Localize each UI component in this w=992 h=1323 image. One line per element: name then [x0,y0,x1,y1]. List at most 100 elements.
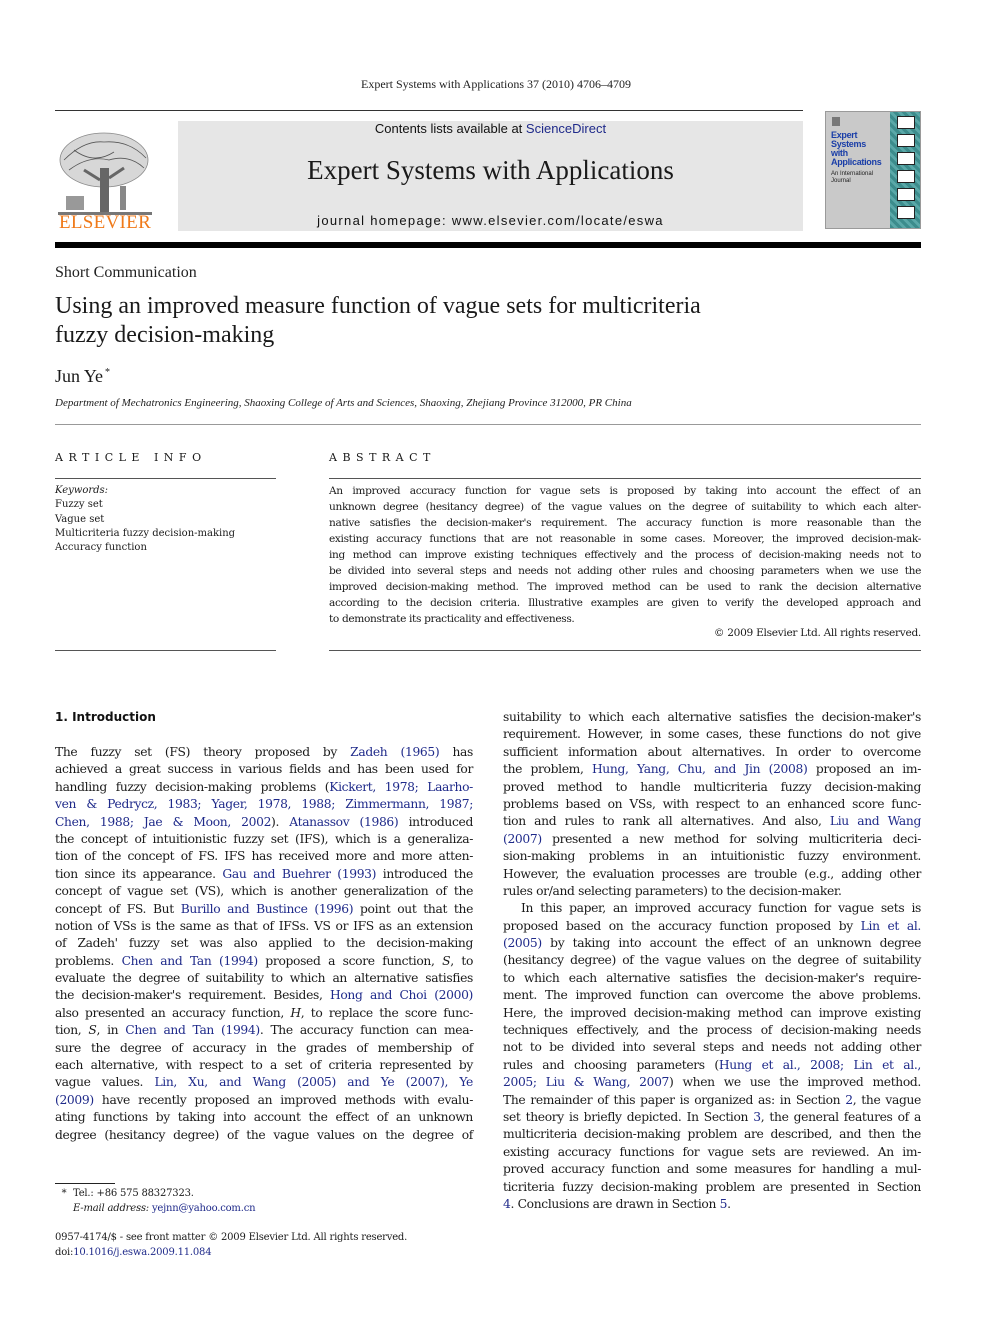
abstract-line: be divided into several steps and needs … [329,565,921,577]
citation-link[interactable]: Atanassov (1986) [289,815,398,829]
cover-figure-icon [897,206,915,219]
body-column-right: suitability to which each alternative sa… [503,709,921,1213]
body-text-line: Chen, 1988; Jae & Moon, 2002). Atanassov… [55,814,473,831]
author-footnote-mark[interactable]: * [105,367,110,378]
text-run: suitability to which each alternative sa… [503,710,921,724]
keywords-block: Keywords: Fuzzy set Vague set Multicrite… [55,484,276,555]
journal-homepage-link[interactable]: journal homepage: www.elsevier.com/locat… [178,213,803,228]
citation-link[interactable]: Hung, Yang, Chu, and Jin (2008) [592,762,808,776]
cover-globe-icon [897,134,915,147]
body-text-line: degree (hesitancy degree) of the vague v… [55,1127,473,1144]
text-run: . [727,1196,731,1211]
body-text-line: requirement. However, in some cases, the… [503,726,921,743]
text-run: tion of the concept of FS. IFS has recei… [55,849,473,864]
text-run: , the vague [852,1092,922,1107]
text-run: introduced the [376,866,474,881]
text-run: ment. The improved function can overcome… [503,988,921,1003]
citation-link[interactable]: Hung et al., 2008; Lin et al., [719,1058,921,1072]
cover-subtitle: An International Journal [831,171,873,185]
citation-link[interactable]: Chen and Tan (1994) [125,1023,260,1037]
citation-link[interactable]: 5 [720,1197,728,1211]
body-text-line: multicriteria decision-making problem ar… [503,1126,921,1143]
citation-link[interactable]: Chen, 1988; Jae & Moon, 2002 [55,815,271,829]
text-run: set theory is briefly depicted. In Secti… [503,1109,754,1124]
text-run: (hesitancy degree) of the vague values o… [503,953,921,968]
text-run: problems. [55,953,122,968]
elsevier-wordmark[interactable]: ELSEVIER [54,212,156,234]
citation-link[interactable]: ven & Pedrycz, 1983; Yager, 1978, 1988; … [55,797,473,811]
text-run: tion, [55,1023,89,1038]
citation-link[interactable]: Liu and Wang [830,814,921,828]
citation-link[interactable]: (2009) [55,1093,94,1107]
body-text-line: concept of FS. But Burillo and Bustince … [55,901,473,918]
citation-link[interactable]: (2007) [503,832,542,846]
text-run: proposed a score function, [257,953,443,968]
journal-cover-thumbnail[interactable]: Expert Systems with Applications An Inte… [825,111,921,229]
body-text-line: The remainder of this paper is organized… [503,1092,921,1109]
body-text-line: proved accuracy function and some measur… [503,1161,921,1178]
doi-line: doi:10.1016/j.eswa.2009.11.084 [55,1246,407,1261]
body-text-line: techniques effectively, and the process … [503,1022,921,1039]
cover-microscope-icon [897,188,915,201]
citation-link[interactable]: Kickert, 1978; Laarho- [329,780,473,794]
body-text-line: the concept of intuitionistic fuzzy set … [55,831,473,848]
text-run: , to replace the score func- [300,1005,474,1020]
article-type: Short Communication [55,264,197,281]
doi-prefix: doi: [55,1246,74,1258]
citation-link[interactable]: Zadeh (1965) [350,745,439,759]
body-text-line: problems based on VSs, with respect to a… [503,796,921,813]
text-run: proved method to handle multicriteria fu… [503,779,921,794]
citation-link[interactable]: Lin, Xu, and Wang (2005) and Ye (2007), … [154,1075,473,1089]
text-run: The remainder of this paper is organized… [503,1092,846,1107]
text-run: degree (hesitancy degree) of the vague v… [55,1127,473,1142]
text-run: ticriteria fuzzy decision-making problem… [503,1179,921,1194]
text-run: by taking into account the effect of an … [541,936,921,951]
cover-subtitle-line: Journal [831,178,851,184]
text-run: sure the degree of accuracy in the grade… [55,1040,473,1055]
body-text-line: 2005; Liu & Wang, 2007) when we use the … [503,1074,921,1091]
abstract-line: ing method can improve existing techniqu… [329,549,921,561]
abstract-rule-top [329,478,921,479]
body-text-line: evaluate the degree of suitability to wh… [55,970,473,987]
keyword-item: Fuzzy set [55,499,103,511]
body-text-line: ment. The improved function can overcome… [503,987,921,1004]
journal-title: Expert Systems with Applications [307,155,674,185]
body-text-line: achieved a great success in various fiel… [55,761,473,778]
doi-link[interactable]: 10.1016/j.eswa.2009.11.084 [73,1247,211,1258]
citation-link[interactable]: 3 [753,1110,761,1124]
cover-pattern-strip [890,112,920,228]
author: Jun Ye * [55,366,110,387]
text-run: rules and choosing parameters ( [503,1057,719,1072]
keyword-item: Multicriteria fuzzy decision-making [55,527,236,539]
abstract-line: to demonstrate its practicality and effe… [329,613,575,625]
math-symbol: H [290,1005,301,1020]
citation-link[interactable]: Gau and Buehrer (1993) [222,867,376,881]
article-info-rule-top [55,478,276,479]
email-link[interactable]: yejnn@yahoo.com.cn [152,1203,256,1214]
text-run: not to be divided into several steps and… [503,1040,921,1055]
citation-link[interactable]: (2005) [503,936,542,950]
body-text-line: handling fuzzy decision-making problems … [55,779,473,796]
body-text-line: to which each alternative satisfies the … [503,970,921,987]
body-text-line: sufficient information about alternative… [503,744,921,761]
cover-title-line: Applications [831,157,882,167]
footnote-rule [55,1183,115,1184]
citation-link[interactable]: Lin et al. [861,919,922,933]
footnote-email-line: E-mail address: yejnn@yahoo.com.cn [55,1202,256,1217]
text-run: , in [96,1023,126,1038]
citation-link[interactable]: Burillo and Bustince (1996) [181,902,354,916]
body-text-line: ven & Pedrycz, 1983; Yager, 1978, 1988; … [55,796,473,813]
text-run: each alternative, with respect to a set … [55,1058,473,1073]
text-run: proposed an im- [807,762,922,777]
citation-link[interactable]: 2 [845,1093,853,1107]
keyword-item: Accuracy function [55,542,147,554]
body-text-line: The fuzzy set (FS) theory proposed by Za… [55,744,473,761]
citation-link[interactable]: Chen and Tan (1994) [122,954,259,968]
text-run: rules or/and selecting parameters) to th… [503,883,842,898]
body-text-line: the decision-maker's requirement. Beside… [55,987,473,1004]
citation-link[interactable]: Hong and Choi (2000) [330,988,473,1002]
body-text-line: rules or/and selecting parameters) to th… [503,883,921,900]
body-text-line: problems. Chen and Tan (1994) proposed a… [55,953,473,970]
citation-link[interactable]: 2005; Liu & Wang, 2007 [503,1075,669,1089]
sciencedirect-link[interactable]: ScienceDirect [526,121,606,136]
